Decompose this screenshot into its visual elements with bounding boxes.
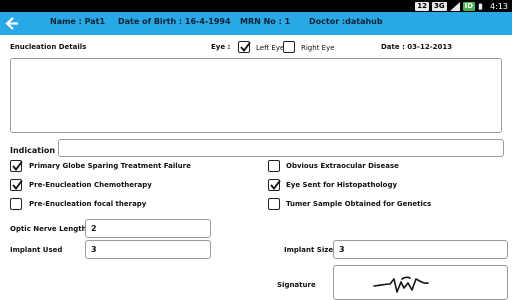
patient-name: Name : Pat1: [50, 17, 106, 26]
enucleation-details-textarea[interactable]: [10, 58, 502, 133]
battery-icon: [478, 2, 483, 10]
pre-enucleation-focal-therapy-checkbox[interactable]: [10, 198, 22, 210]
network-3g-icon: 3G: [431, 1, 447, 11]
optic-nerve-length-label: Optic Nerve Length: [10, 225, 87, 233]
eye-sent-histopathology-checkbox[interactable]: [268, 179, 281, 191]
notification-badge-icon: 12: [415, 1, 429, 11]
pre-enucleation-focal-therapy-label: Pre-Enucleation focal therapy: [29, 200, 147, 208]
doctor-name: Doctor :datahub: [309, 17, 383, 26]
pre-enucleation-chemotherapy-label: Pre-Enucleation Chemotherapy: [29, 181, 152, 189]
check-icon: [240, 41, 251, 52]
indication-label: Indication: [10, 146, 56, 155]
eye-label: Eye :: [211, 43, 231, 51]
right-eye-label: Right Eye: [301, 44, 335, 52]
signature-pad[interactable]: [333, 265, 508, 300]
check-icon: [12, 179, 23, 190]
implant-used-input[interactable]: 3: [85, 240, 211, 259]
back-arrow-icon[interactable]: [3, 15, 21, 32]
primary-globe-sparing-label: Primary Globe Sparing Treatment Failure: [29, 162, 191, 170]
tumor-sample-genetics-label: Tumer Sample Obtained for Genetics: [286, 200, 432, 208]
optic-nerve-length-input[interactable]: 2: [85, 219, 211, 238]
id-badge-icon: ID: [462, 1, 476, 11]
patient-header: Name : Pat1 Date of Birth : 16-4-1994 MR…: [0, 12, 512, 35]
tumor-sample-genetics-checkbox[interactable]: [268, 198, 280, 210]
status-bar: 12 3G ID 4:13: [0, 0, 512, 12]
obvious-extraocular-disease-checkbox[interactable]: [268, 160, 280, 172]
right-eye-checkbox[interactable]: [283, 41, 295, 53]
implant-size-input[interactable]: 3: [333, 240, 508, 259]
signature-drawing: [373, 276, 429, 293]
mrn-number: MRN No : 1: [240, 17, 291, 26]
indication-input[interactable]: [58, 139, 504, 157]
clock-time: 4:13: [490, 1, 508, 11]
enucleation-date: Date : 03-12-2013: [381, 43, 453, 51]
implant-used-label: Implant Used: [10, 246, 63, 254]
status-icons: 12 3G ID 4:13: [415, 0, 508, 12]
date-of-birth: Date of Birth : 16-4-1994: [118, 17, 231, 26]
left-eye-checkbox[interactable]: [238, 41, 251, 53]
left-eye-label: Left Eye: [256, 44, 285, 52]
primary-globe-sparing-checkbox[interactable]: [10, 160, 23, 172]
pre-enucleation-chemotherapy-checkbox[interactable]: [10, 179, 23, 191]
implant-size-label: Implant Size: [284, 246, 334, 254]
check-icon: [12, 160, 23, 171]
obvious-extraocular-disease-label: Obvious Extraocular Disease: [286, 162, 399, 170]
enucleation-details-label: Enucleation Details: [10, 43, 87, 51]
eye-sent-histopathology-label: Eye Sent for Histopathology: [286, 181, 398, 189]
check-icon: [270, 179, 281, 190]
signal-icon: [449, 1, 460, 11]
signature-label: Signature: [277, 281, 316, 289]
